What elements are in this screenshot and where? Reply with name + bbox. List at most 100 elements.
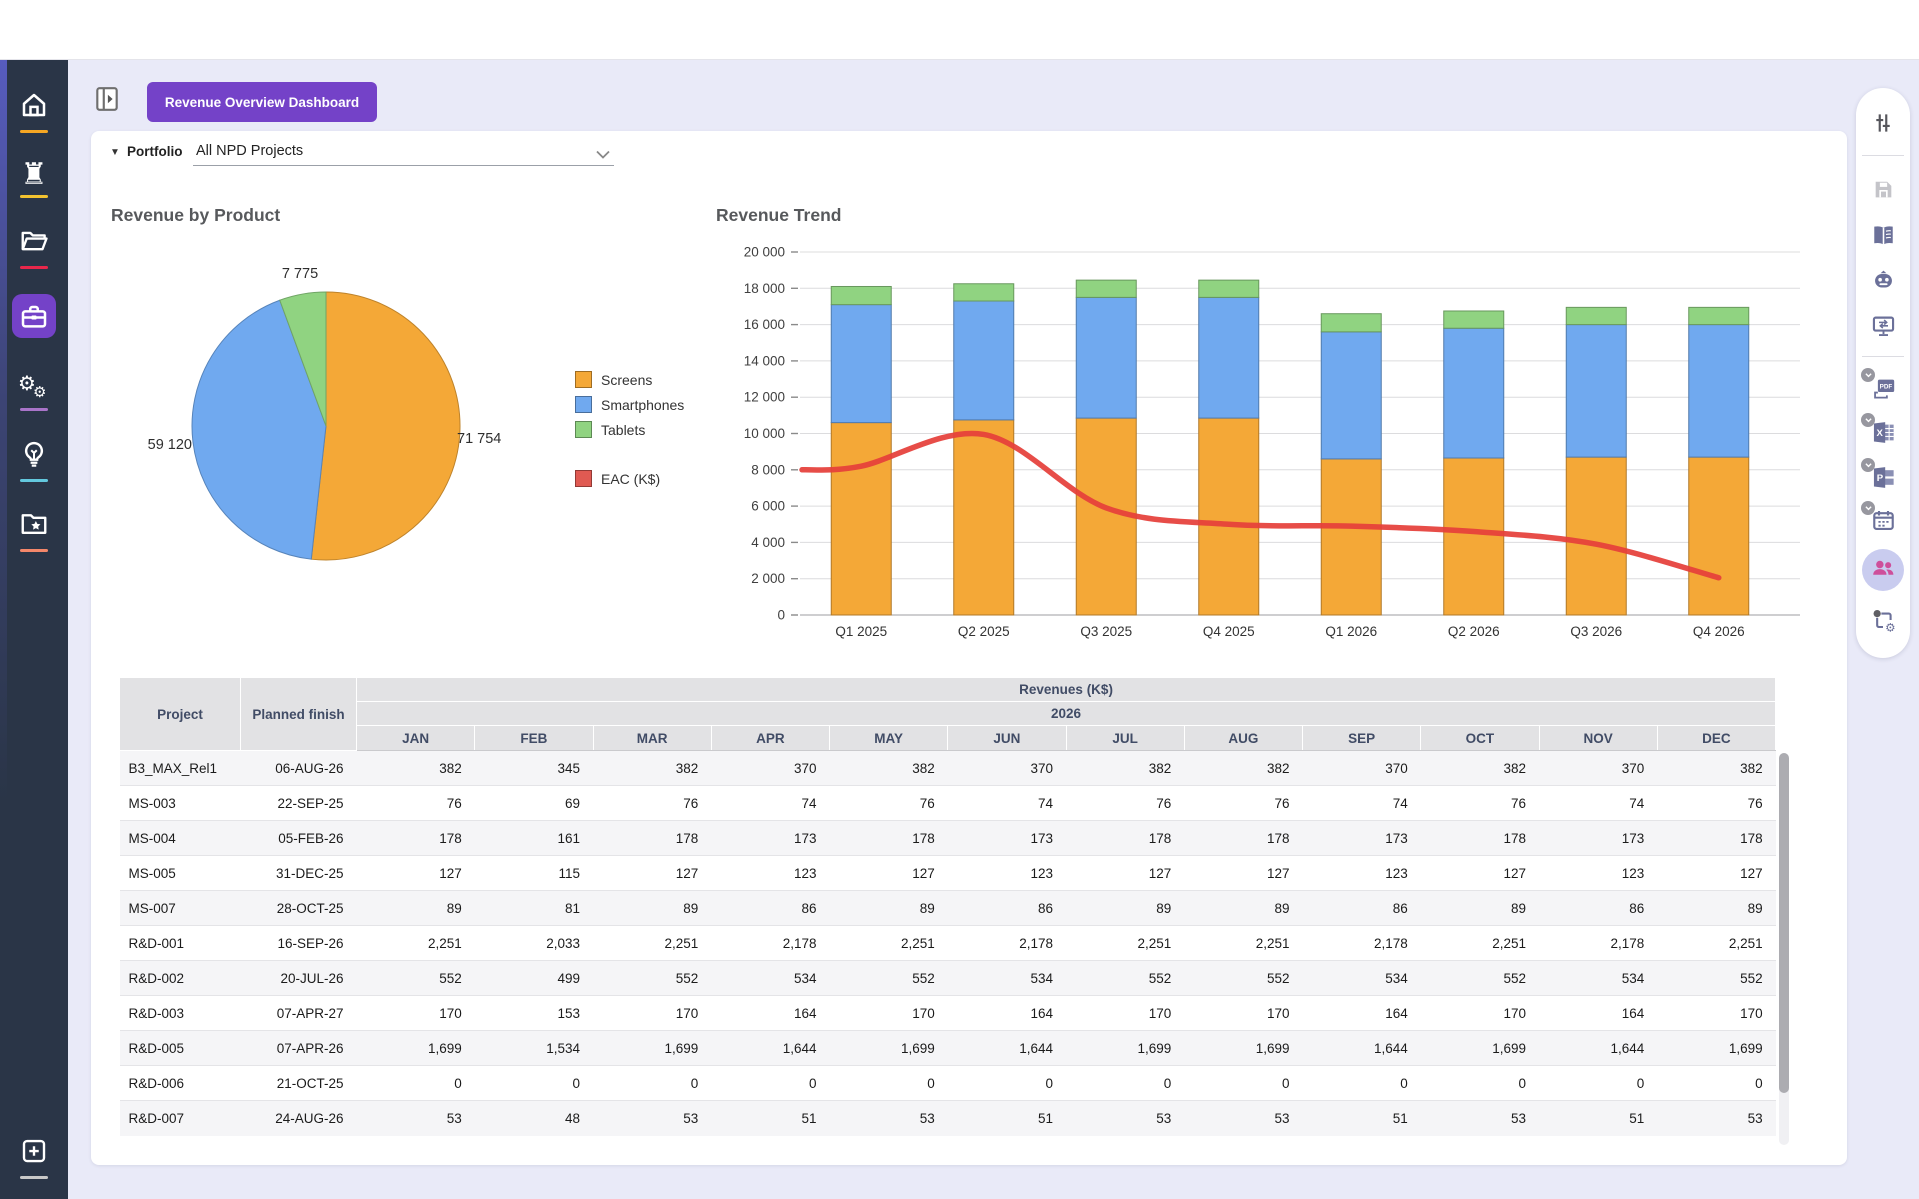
bar-segment-tablets[interactable] [1321, 314, 1381, 332]
col-header-month[interactable]: FEB [475, 726, 593, 751]
cell-revenue: 2,251 [1657, 926, 1775, 961]
expand-panel-button[interactable] [94, 85, 120, 113]
table-row[interactable]: MS-00728-OCT-25898189868986898986898689 [120, 891, 1776, 926]
bar-segment-screens[interactable] [954, 420, 1014, 615]
workflow-settings-button[interactable]: ⚙ [1865, 604, 1901, 640]
table-header-row: ProjectPlanned finishRevenues (K$) [120, 678, 1776, 702]
cell-revenue: 170 [830, 996, 948, 1031]
bar-segment-tablets[interactable] [1199, 280, 1259, 297]
bar-segment-smartphones[interactable] [1566, 325, 1626, 457]
cell-revenue: 89 [830, 891, 948, 926]
presentation-button[interactable] [1865, 310, 1901, 346]
table-row[interactable]: B3_MAX_Rel106-AUG-2638234538237038237038… [120, 751, 1776, 786]
portfolio-collapse-caret[interactable]: ▼ [110, 147, 120, 158]
bar-segment-tablets[interactable] [1444, 311, 1504, 328]
tune-button[interactable] [1865, 107, 1901, 143]
assistant-button[interactable] [1865, 265, 1901, 301]
col-header-month[interactable]: JUN [948, 726, 1066, 751]
table-row[interactable]: R&D-00307-APR-27170153170164170164170170… [120, 996, 1776, 1031]
bar-segment-tablets[interactable] [831, 286, 891, 304]
bar-segment-screens[interactable] [831, 423, 891, 615]
table-row[interactable]: MS-00405-FEB-261781611781731781731781781… [120, 821, 1776, 856]
cell-revenue: 76 [830, 786, 948, 821]
cell-revenue: 170 [1657, 996, 1775, 1031]
cell-revenue: 170 [1066, 996, 1184, 1031]
sidebar-item-strategy[interactable]: ♜ [0, 150, 68, 208]
table-row[interactable]: MS-00322-SEP-25766976747674767674767476 [120, 786, 1776, 821]
sidebar-item-add[interactable] [0, 1128, 68, 1186]
revenue-trend-chart[interactable]: 02 0004 0006 0008 00010 00012 00014 0001… [640, 236, 1800, 648]
col-header-month[interactable]: NOV [1539, 726, 1657, 751]
cell-planned-finish: 07-APR-27 [241, 996, 357, 1031]
bar-segment-screens[interactable] [1689, 457, 1749, 615]
col-group-year: 2026 [357, 702, 1776, 726]
cell-revenue: 53 [1421, 1101, 1539, 1136]
documentation-button[interactable] [1865, 220, 1901, 256]
save-button[interactable] [1865, 174, 1901, 210]
bar-segment-smartphones[interactable] [1321, 332, 1381, 459]
cell-revenue: 382 [1421, 751, 1539, 786]
bar-segment-tablets[interactable] [1076, 280, 1136, 297]
cell-revenue: 0 [948, 1066, 1066, 1101]
col-header-month[interactable]: MAY [830, 726, 948, 751]
table-row[interactable]: R&D-00220-JUL-26552499552534552534552552… [120, 961, 1776, 996]
col-header-month[interactable]: JUL [1066, 726, 1184, 751]
sidebar-item-home[interactable] [0, 82, 68, 140]
col-header-project[interactable]: Project [120, 678, 241, 751]
table-row[interactable]: R&D-00724-AUG-26534853515351535351535153 [120, 1101, 1776, 1136]
bar-segment-smartphones[interactable] [1199, 297, 1259, 418]
bar-segment-tablets[interactable] [1689, 307, 1749, 324]
bar-segment-smartphones[interactable] [1689, 325, 1749, 457]
cell-revenue: 2,178 [948, 926, 1066, 961]
cell-revenue: 1,699 [830, 1031, 948, 1066]
export-pdf-button[interactable]: PDF [1865, 372, 1901, 408]
sidebar-item-ideas[interactable] [0, 431, 68, 489]
col-header-month[interactable]: AUG [1184, 726, 1302, 751]
cell-revenue: 170 [593, 996, 711, 1031]
bar-segment-screens[interactable] [1444, 458, 1504, 615]
smartphones-swatch [575, 396, 592, 413]
table-row[interactable]: R&D-00507-APR-261,6991,5341,6991,6441,69… [120, 1031, 1776, 1066]
bar-segment-smartphones[interactable] [954, 301, 1014, 420]
table-row[interactable]: MS-00531-DEC-251271151271231271231271271… [120, 856, 1776, 891]
trend-chart-title: Revenue Trend [716, 205, 841, 226]
table-scrollbar-thumb[interactable] [1779, 753, 1789, 1093]
schedule-button[interactable] [1865, 505, 1901, 541]
table-row[interactable]: R&D-00116-SEP-262,2512,0332,2512,1782,25… [120, 926, 1776, 961]
display-sync-icon [1870, 312, 1897, 344]
sidebar-item-portfolio-active[interactable] [0, 290, 68, 348]
bar-segment-screens[interactable] [1321, 459, 1381, 615]
bar-segment-tablets[interactable] [1566, 307, 1626, 324]
col-header-month[interactable]: MAR [593, 726, 711, 751]
sidebar-item-settings[interactable]: ⚙ ⚙ [0, 363, 68, 421]
bar-segment-screens[interactable] [1566, 457, 1626, 615]
starred-underline [20, 549, 48, 552]
bar-segment-screens[interactable] [1199, 418, 1259, 615]
people-button[interactable] [1865, 552, 1901, 588]
col-header-month[interactable]: APR [711, 726, 829, 751]
col-header-month[interactable]: JAN [357, 726, 475, 751]
bar-segment-tablets[interactable] [954, 284, 1014, 301]
bar-segment-smartphones[interactable] [1076, 297, 1136, 418]
sidebar-item-projects[interactable] [0, 218, 68, 276]
revenue-overview-dashboard-button[interactable]: Revenue Overview Dashboard [147, 82, 377, 122]
table-row[interactable]: R&D-00621-OCT-25000000000000 [120, 1066, 1776, 1101]
cell-revenue: 1,699 [1066, 1031, 1184, 1066]
col-header-month[interactable]: DEC [1657, 726, 1775, 751]
bar-segment-smartphones[interactable] [1444, 328, 1504, 458]
revenues-table[interactable]: ProjectPlanned finishRevenues (K$)2026JA… [119, 677, 1776, 1136]
sidebar-item-starred[interactable] [0, 501, 68, 559]
chevron-down-icon[interactable] [595, 148, 611, 166]
revenue-by-product-pie[interactable] [185, 285, 467, 567]
portfolio-select[interactable]: All NPD Projects [196, 143, 303, 159]
col-header-month[interactable]: SEP [1303, 726, 1421, 751]
bar-segment-smartphones[interactable] [831, 305, 891, 423]
x-tick-label: Q1 2025 [835, 624, 887, 639]
export-ppt-button[interactable]: P [1865, 462, 1901, 498]
svg-text:X: X [1876, 428, 1883, 439]
export-excel-button[interactable]: X [1865, 417, 1901, 453]
pie-slice-screens[interactable] [311, 292, 460, 560]
col-header-planned-finish[interactable]: Planned finish [241, 678, 357, 751]
cell-revenue: 1,644 [1539, 1031, 1657, 1066]
col-header-month[interactable]: OCT [1421, 726, 1539, 751]
